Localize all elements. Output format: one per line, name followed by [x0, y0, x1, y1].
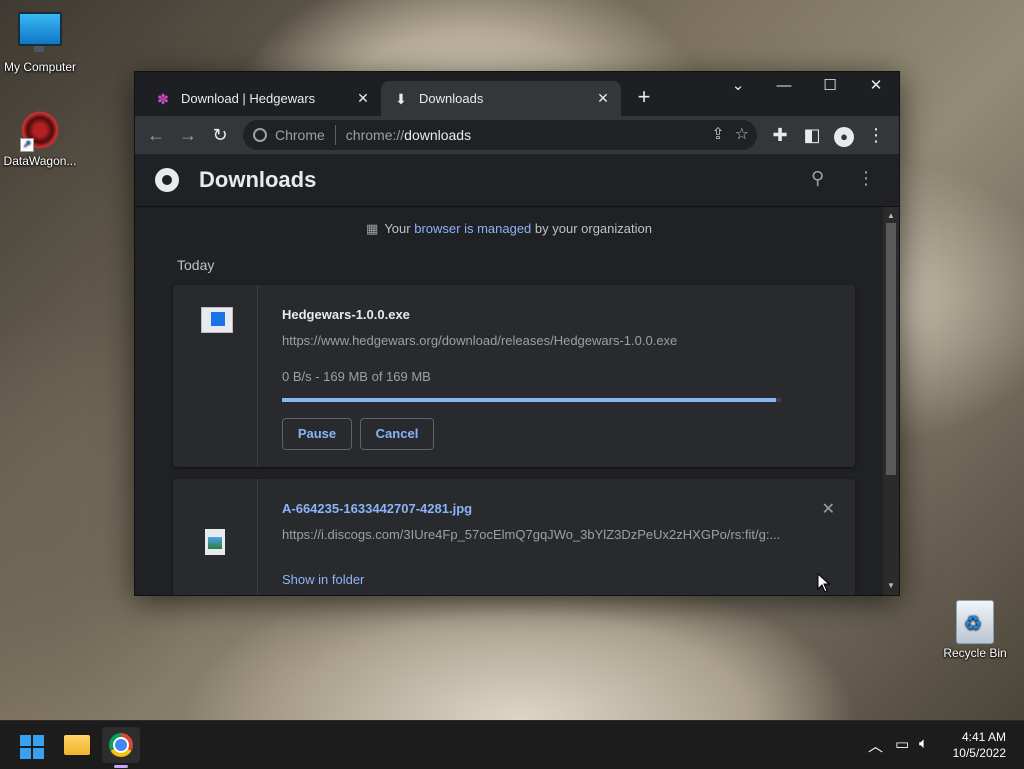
desktop-icon-recycle-bin[interactable]: ♻ Recycle Bin [935, 600, 1015, 660]
image-file-icon [205, 529, 225, 555]
download-item: A-664235-1633442707-4281.jpg ✕ https://i… [173, 479, 855, 595]
profile-avatar-icon[interactable]: ● [831, 122, 857, 148]
download-item: Hedgewars-1.0.0.exe https://www.hedgewar… [173, 285, 855, 467]
tab-search-icon[interactable]: ⌄ [715, 72, 761, 102]
network-icon[interactable]: ▭ [895, 735, 909, 753]
file-explorer-icon[interactable] [64, 735, 90, 755]
chrome-site-icon [253, 128, 267, 142]
hedgewars-icon: ✽ [157, 90, 169, 107]
minimize-button[interactable]: — [761, 72, 807, 102]
managed-notice: ▦ Your browser is managed by your organiz… [135, 221, 883, 237]
forward-arrow-icon[interactable]: → [175, 122, 201, 148]
maximize-button[interactable]: ☐ [807, 72, 853, 102]
page-title: Downloads [199, 167, 317, 192]
extensions-icon[interactable]: ✚ [767, 122, 793, 148]
desktop-icon-my-computer[interactable]: My Computer [0, 12, 80, 74]
section-label: Today [177, 257, 215, 273]
building-icon: ▦ [366, 221, 379, 236]
tab-downloads[interactable]: ⬇ Downloads ✕ [381, 81, 621, 116]
omnibox-actions: ⇪ ☆ [711, 124, 749, 144]
managed-link[interactable]: browser is managed [414, 221, 531, 236]
scroll-up-arrow-icon[interactable]: ▲ [883, 209, 899, 223]
notice-text: Your [384, 221, 415, 236]
browser-window: ✽ Download | Hedgewars ✕ ⬇ Downloads ✕ +… [134, 71, 900, 596]
site-label: Chrome [275, 127, 325, 143]
file-name-link[interactable]: A-664235-1633442707-4281.jpg [282, 501, 472, 516]
system-clock[interactable]: 4:41 AM 10/5/2022 [953, 729, 1006, 761]
back-arrow-icon[interactable]: ← [143, 122, 169, 148]
search-icon[interactable]: ⚲ [811, 168, 824, 189]
notice-text: by your organization [531, 221, 652, 236]
close-tab-icon[interactable]: ✕ [353, 90, 373, 107]
divider [334, 125, 336, 145]
progress-fill [282, 398, 776, 402]
url-prefix: chrome:// [345, 127, 405, 143]
desktop-icon-label: My Computer [3, 60, 77, 74]
address-bar[interactable]: Chrome chrome://downloads ⇪ ☆ [243, 120, 757, 150]
close-window-button[interactable]: ✕ [853, 72, 899, 102]
scrollbar[interactable]: ▲ ▼ [883, 207, 899, 595]
remove-item-icon[interactable]: ✕ [822, 499, 835, 519]
volume-icon[interactable]: 🔈︎ [919, 735, 928, 752]
desktop-icon-datawagon[interactable]: ↗ DataWagon... [0, 108, 80, 168]
tab-title: Download | Hedgewars [181, 91, 316, 106]
desktop-icon-label: Recycle Bin [943, 646, 1007, 660]
datawagon-icon: ↗ [18, 108, 62, 152]
download-status: 0 B/s - 169 MB of 169 MB [282, 369, 431, 384]
menu-kebab-icon[interactable]: ⋮ [863, 122, 889, 148]
shortcut-arrow-icon: ↗ [20, 138, 34, 152]
desktop-icon-label: DataWagon... [3, 154, 77, 168]
monitor-icon [18, 12, 62, 52]
bookmark-star-icon[interactable]: ☆ [735, 124, 749, 144]
url-text: chrome://downloads [346, 127, 471, 143]
pause-button[interactable]: Pause [282, 418, 352, 450]
file-name: Hedgewars-1.0.0.exe [282, 307, 410, 322]
clock-date: 10/5/2022 [952, 746, 1006, 760]
reload-icon[interactable]: ↻ [207, 122, 233, 148]
cancel-button[interactable]: Cancel [360, 418, 434, 450]
progress-bar [282, 398, 781, 402]
show-in-folder-link[interactable]: Show in folder [282, 572, 364, 587]
scrollbar-thumb[interactable] [886, 223, 896, 475]
chrome-logo-icon [155, 168, 179, 192]
downloads-page: Downloads ⚲ ⋮ ▦ Your browser is managed b… [135, 154, 899, 595]
new-tab-button[interactable]: + [633, 86, 655, 108]
scroll-down-arrow-icon[interactable]: ▼ [883, 579, 899, 593]
file-url: https://i.discogs.com/3IUre4Fp_57ocElmQ7… [282, 527, 781, 542]
toolbar: ← → ↻ Chrome chrome://downloads ⇪ ☆ ✚ ◧ … [135, 116, 899, 154]
more-options-icon[interactable]: ⋮ [857, 168, 875, 189]
share-icon[interactable]: ⇪ [711, 124, 724, 144]
mouse-cursor-icon [817, 573, 831, 593]
taskbar: ︿ ▭ 🔈︎ 4:41 AM 10/5/2022 [0, 720, 1024, 769]
file-url: https://www.hedgewars.org/download/relea… [282, 333, 678, 348]
chevron-up-icon[interactable]: ︿ [868, 735, 883, 756]
file-icon-column [173, 479, 258, 595]
side-panel-icon[interactable]: ◧ [799, 122, 825, 148]
page-header: Downloads ⚲ ⋮ [135, 154, 899, 207]
downloads-list: ▦ Your browser is managed by your organiz… [135, 207, 883, 595]
download-icon: ⬇ [395, 90, 407, 107]
exe-file-icon [201, 307, 233, 333]
close-tab-icon[interactable]: ✕ [593, 90, 613, 107]
tab-hedgewars[interactable]: ✽ Download | Hedgewars ✕ [143, 81, 381, 116]
windows-start-icon[interactable] [20, 735, 44, 759]
site-info[interactable]: Chrome [253, 127, 325, 143]
recycle-bin-icon: ♻ [956, 600, 994, 644]
chrome-taskbar-icon[interactable] [109, 733, 133, 757]
file-icon-column [173, 285, 258, 467]
tab-strip: ✽ Download | Hedgewars ✕ ⬇ Downloads ✕ +… [135, 72, 899, 116]
url-path: downloads [404, 127, 472, 143]
tab-title: Downloads [419, 91, 484, 106]
clock-time: 4:41 AM [961, 730, 1006, 744]
